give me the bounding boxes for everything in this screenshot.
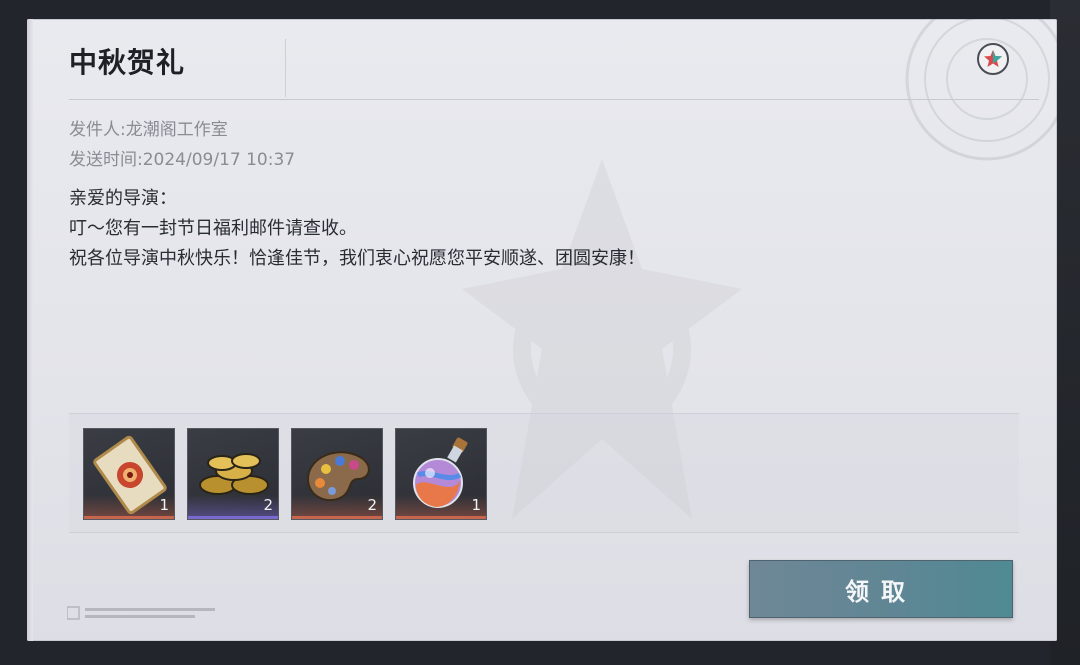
coins-icon: [199, 453, 269, 495]
mail-sent-time: 发送时间:2024/09/17 10:37: [69, 150, 296, 170]
star-icon: [984, 50, 1002, 67]
claim-button[interactable]: 领取: [749, 560, 1013, 618]
attachment-list: 1 2 2 1: [69, 413, 1019, 533]
card-edge: [27, 19, 33, 641]
mail-body-line: 亲爱的导演：: [69, 188, 177, 209]
attachment-count: 1: [471, 496, 481, 514]
mail-card: 中秋贺礼 发件人:龙潮阁工作室 发送时间:2024/09/17 10:37 亲爱…: [27, 19, 1057, 641]
attachment-count: 2: [263, 496, 273, 514]
potion-icon: [413, 437, 468, 508]
mail-sender: 发件人:龙潮阁工作室: [69, 120, 228, 140]
attachment-item-potion[interactable]: 1: [395, 428, 487, 520]
copyright-mark-icon: [67, 606, 215, 620]
header-divider: [69, 99, 1039, 100]
postmark-stamp-icon: [905, 19, 1057, 161]
attachment-count: 1: [159, 496, 169, 514]
mail-body: 亲爱的导演： 叮～您有一封节日福利邮件请查收。 祝各位导演中秋快乐！恰逢佳节，我…: [69, 184, 645, 274]
ticket-icon: [93, 435, 167, 515]
attachment-item-ticket[interactable]: 1: [83, 428, 175, 520]
attachment-item-palette[interactable]: 2: [291, 428, 383, 520]
mail-title: 中秋贺礼: [69, 46, 186, 79]
attachment-item-coins[interactable]: 2: [187, 428, 279, 520]
palette-icon: [306, 451, 370, 502]
favorite-star-button[interactable]: [977, 43, 1009, 75]
title-divider: [285, 39, 286, 97]
attachment-count: 2: [367, 496, 377, 514]
mail-body-line: 叮～您有一封节日福利邮件请查收。: [69, 218, 357, 239]
mail-body-line: 祝各位导演中秋快乐！恰逢佳节，我们衷心祝愿您平安顺遂、团圆安康！: [69, 248, 645, 269]
